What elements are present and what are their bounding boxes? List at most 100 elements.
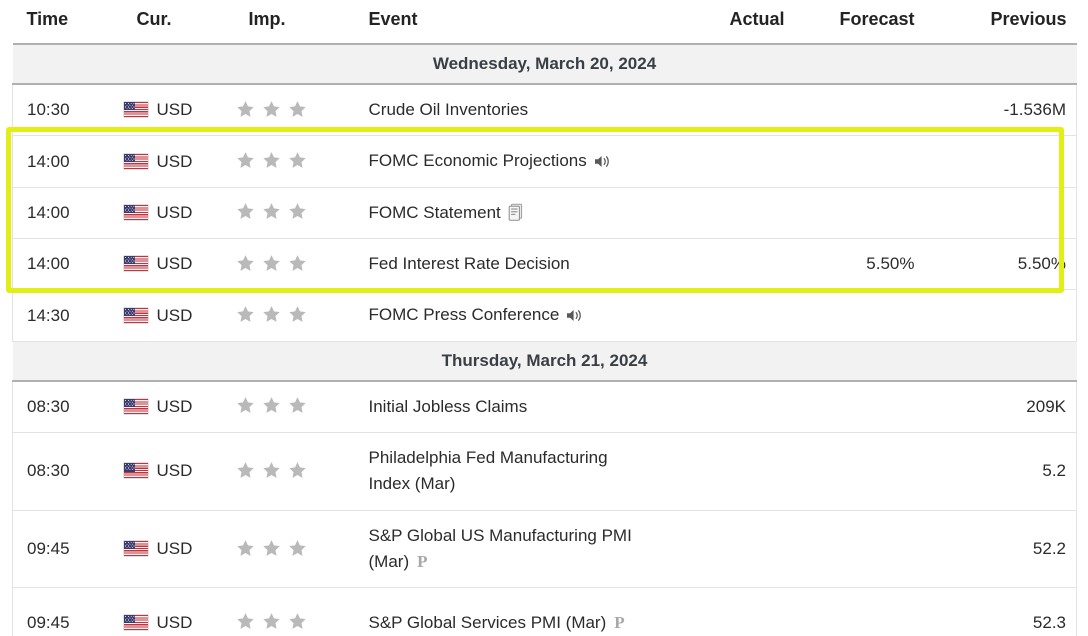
star-icon	[288, 461, 307, 480]
event-currency: USD	[122, 380, 235, 434]
event-importance[interactable]	[234, 432, 365, 511]
event-importance[interactable]	[234, 510, 365, 589]
importance-stars[interactable]	[236, 100, 314, 119]
star-icon	[236, 396, 255, 415]
event-name[interactable]: S&P Global US Manufacturing PMI (Mar)	[369, 526, 632, 571]
column-header-time[interactable]: Time	[12, 0, 123, 45]
star-icon	[288, 100, 307, 119]
event-importance[interactable]	[234, 238, 365, 291]
event-time: 14:00	[12, 135, 123, 188]
us-flag-icon	[123, 398, 148, 414]
event-importance[interactable]	[234, 84, 365, 137]
star-icon	[288, 396, 307, 415]
event-previous: -1.536M	[924, 84, 1077, 137]
star-icon	[288, 305, 307, 324]
event-name-cell[interactable]: Crude Oil Inventories	[364, 84, 655, 137]
star-icon	[262, 539, 281, 558]
event-name[interactable]: S&P Global Services PMI (Mar)	[369, 613, 607, 632]
importance-stars[interactable]	[236, 254, 314, 273]
preliminary-icon[interactable]: P	[614, 614, 624, 631]
us-flag-icon	[123, 463, 148, 479]
event-currency: USD	[122, 510, 235, 589]
event-row[interactable]: 14:00 USD Fed Interest Rate Decision 5.50% 5…	[12, 238, 1077, 291]
star-icon	[262, 254, 281, 273]
star-icon	[262, 461, 281, 480]
column-header-forecast[interactable]: Forecast	[794, 0, 925, 45]
event-name[interactable]: FOMC Economic Projections	[369, 151, 587, 170]
event-row[interactable]: 14:00 USD FOMC Economic Projections	[12, 135, 1077, 188]
currency-label: USD	[156, 461, 193, 481]
event-importance[interactable]	[234, 587, 365, 636]
event-name[interactable]: FOMC Press Conference	[369, 305, 560, 324]
event-row[interactable]: 08:30 USD Philadelphia Fed Manufacturing I…	[12, 432, 1077, 511]
star-icon	[288, 254, 307, 273]
speaker-icon[interactable]	[594, 154, 611, 169]
event-name[interactable]: Fed Interest Rate Decision	[369, 254, 570, 273]
event-time: 09:45	[12, 510, 123, 589]
event-importance[interactable]	[234, 135, 365, 188]
event-actual	[654, 238, 795, 291]
event-importance[interactable]	[234, 187, 365, 240]
importance-stars[interactable]	[236, 305, 314, 324]
star-icon	[236, 100, 255, 119]
currency-label: USD	[156, 202, 193, 222]
event-name-cell[interactable]: S&P Global Services PMI (Mar) P	[364, 587, 655, 636]
star-icon	[262, 100, 281, 119]
event-forecast	[794, 187, 925, 240]
event-name-cell[interactable]: Philadelphia Fed Manufacturing Index (Ma…	[364, 432, 655, 511]
event-name-cell[interactable]: FOMC Statement	[364, 187, 655, 240]
preliminary-icon[interactable]: P	[417, 553, 427, 570]
column-header-previous[interactable]: Previous	[924, 0, 1077, 45]
us-flag-icon	[123, 102, 148, 118]
currency-label: USD	[156, 254, 193, 274]
event-row[interactable]: 09:45 USD S&P Global US Manufacturing PMI …	[12, 510, 1077, 589]
importance-stars[interactable]	[236, 151, 314, 170]
event-forecast	[794, 84, 925, 137]
event-row[interactable]: 10:30 USD Crude Oil Inventories -1.536M	[12, 84, 1077, 137]
event-forecast	[794, 432, 925, 511]
event-row[interactable]: 09:45 USD S&P Global Services PMI (Mar) P 52…	[12, 587, 1077, 636]
event-currency: USD	[122, 238, 235, 291]
event-row[interactable]: 08:30 USD Initial Jobless Claims 209K	[12, 380, 1077, 434]
event-name[interactable]: FOMC Statement	[369, 203, 501, 222]
event-previous: 5.2	[924, 432, 1077, 511]
date-separator-row: Thursday, March 21, 2024	[12, 340, 1077, 382]
document-icon[interactable]	[508, 203, 525, 221]
event-name[interactable]: Crude Oil Inventories	[369, 100, 529, 119]
currency-label: USD	[156, 396, 193, 416]
event-currency: USD	[122, 84, 235, 137]
star-icon	[288, 612, 307, 631]
table-header: Time Cur. Imp. Event Actual Forecast Pre…	[12, 0, 1077, 45]
event-row[interactable]: 14:00 USD FOMC Statement	[12, 187, 1077, 240]
event-name[interactable]: Philadelphia Fed Manufacturing Index (Ma…	[369, 448, 608, 493]
column-header-importance[interactable]: Imp.	[234, 0, 365, 45]
event-row[interactable]: 14:30 USD FOMC Press Conference	[12, 289, 1077, 342]
importance-stars[interactable]	[236, 202, 314, 221]
event-actual	[654, 84, 795, 137]
column-header-event[interactable]: Event	[364, 0, 655, 45]
event-currency: USD	[122, 135, 235, 188]
event-importance[interactable]	[234, 289, 365, 342]
importance-stars[interactable]	[236, 461, 314, 480]
event-previous	[924, 135, 1077, 188]
speaker-icon[interactable]	[566, 308, 583, 323]
header-row: Time Cur. Imp. Event Actual Forecast Pre…	[12, 0, 1077, 45]
importance-stars[interactable]	[236, 612, 314, 631]
event-name-cell[interactable]: S&P Global US Manufacturing PMI (Mar) P	[364, 510, 655, 589]
importance-stars[interactable]	[236, 396, 314, 415]
event-name-cell[interactable]: Initial Jobless Claims	[364, 380, 655, 434]
event-name-cell[interactable]: FOMC Economic Projections	[364, 135, 655, 188]
event-forecast	[794, 380, 925, 434]
event-importance[interactable]	[234, 380, 365, 434]
star-icon	[236, 305, 255, 324]
event-name[interactable]: Initial Jobless Claims	[369, 397, 528, 416]
event-name-cell[interactable]: Fed Interest Rate Decision	[364, 238, 655, 291]
event-currency: USD	[122, 187, 235, 240]
date-label: Thursday, March 21, 2024	[12, 340, 1077, 382]
column-header-actual[interactable]: Actual	[654, 0, 795, 45]
column-header-currency[interactable]: Cur.	[122, 0, 235, 45]
event-name-cell[interactable]: FOMC Press Conference	[364, 289, 655, 342]
importance-stars[interactable]	[236, 539, 314, 558]
star-icon	[236, 202, 255, 221]
event-actual	[654, 432, 795, 511]
